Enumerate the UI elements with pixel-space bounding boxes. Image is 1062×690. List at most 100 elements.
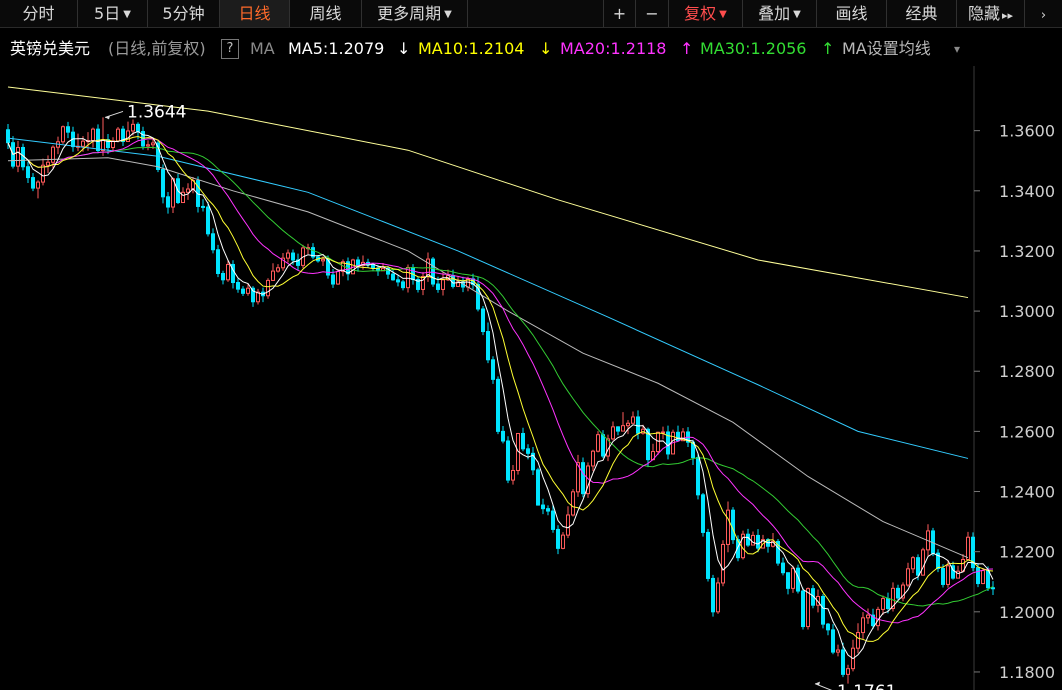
candle-up xyxy=(46,161,50,166)
chevron-down-icon: ▼ xyxy=(123,9,131,20)
help-button[interactable]: ? xyxy=(221,39,239,59)
candle-up xyxy=(656,431,660,453)
candle-down xyxy=(896,587,900,599)
candle-up xyxy=(41,164,45,183)
ma-settings-button[interactable]: MA设置均线 xyxy=(842,36,931,62)
candle-down xyxy=(546,508,550,512)
candle-down xyxy=(236,282,240,290)
candle-down xyxy=(831,629,835,653)
chevron-down-icon: ▼ xyxy=(719,9,727,20)
ma5-value: MA5:1.2079 xyxy=(288,39,385,58)
ma10-line xyxy=(7,136,994,642)
tab-5-day[interactable]: 5日 ▼ xyxy=(78,0,148,27)
ma5-line xyxy=(7,130,994,660)
candle-down xyxy=(6,129,10,144)
chevron-down-icon: ▼ xyxy=(793,9,801,20)
candle-up xyxy=(561,534,565,549)
chevron-down-icon: ▾ xyxy=(954,42,961,56)
classic-button[interactable]: 经典 xyxy=(887,0,957,27)
candle-down xyxy=(356,259,360,266)
draw-line-button[interactable]: 画线 xyxy=(817,0,887,27)
candle-down xyxy=(986,570,990,589)
candle-up xyxy=(91,128,95,142)
tab-intraday[interactable]: 分时 xyxy=(0,0,78,27)
double-chevron-right-icon: ▸▸ xyxy=(1001,9,1014,22)
candle-up xyxy=(966,536,970,560)
candle-up xyxy=(921,549,925,576)
candle-down xyxy=(781,562,785,574)
candle-up xyxy=(286,252,290,259)
candle-down xyxy=(701,494,705,533)
chevron-down-icon: ▼ xyxy=(444,9,452,20)
candle-down xyxy=(991,587,995,590)
candle-down xyxy=(841,649,845,675)
high-price-label: 1.3644 xyxy=(127,102,186,122)
tab-more-periods[interactable]: 更多周期 ▼ xyxy=(362,0,468,27)
candle-down xyxy=(291,252,295,261)
candle-up xyxy=(631,416,635,424)
candle-down xyxy=(431,258,435,285)
candle-down xyxy=(706,531,710,579)
candle-down xyxy=(696,457,700,496)
ma20-value: MA20:1.2118 xyxy=(560,39,667,58)
candle-up xyxy=(806,588,810,628)
candle-up xyxy=(16,146,20,167)
candle-down xyxy=(886,598,890,610)
candle-up xyxy=(131,123,135,132)
candle-up xyxy=(611,426,615,440)
close-panel-button[interactable]: › xyxy=(1025,0,1062,27)
y-tick-label: 1.2000 xyxy=(999,603,1055,622)
candle-up xyxy=(186,188,190,193)
candle-down xyxy=(676,431,680,442)
hide-button[interactable]: 隐藏 ▸▸ xyxy=(957,0,1025,27)
candle-up xyxy=(61,126,65,143)
candle-down xyxy=(161,168,165,198)
low-price-label: 1.1761 xyxy=(837,682,896,690)
y-tick-label: 1.2400 xyxy=(999,483,1055,502)
ma30-arrow-icon: ↑ xyxy=(821,39,835,58)
candle-down xyxy=(536,469,540,506)
overlay-button[interactable]: 叠加 ▼ xyxy=(743,0,817,27)
candlestick-chart[interactable]: 1.3600 1.3400 1.3200 1.3000 1.2800 1.2600 1.24… xyxy=(0,66,1062,690)
moving-average-lines xyxy=(7,86,994,660)
zoom-out-button[interactable]: − xyxy=(636,0,669,27)
candle-down xyxy=(501,430,505,442)
candle-up xyxy=(441,279,445,290)
tab-weekly[interactable]: 周线 xyxy=(290,0,362,27)
candle-up xyxy=(911,557,915,570)
chart-legend: 英镑兑美元 (日线,前复权) ? MA MA5:1.2079 ↓ MA10:1.… xyxy=(0,36,1062,62)
candle-up xyxy=(946,565,950,585)
candle-down xyxy=(136,123,140,133)
candle-up xyxy=(81,140,85,147)
candle-down xyxy=(31,177,35,189)
candle-down xyxy=(526,448,530,454)
candle-down xyxy=(391,273,395,281)
candles xyxy=(6,117,995,684)
candle-up xyxy=(51,146,55,163)
adjust-price-button[interactable]: 复权 ▼ xyxy=(669,0,743,27)
candle-down xyxy=(521,432,525,450)
y-tick-label: 1.2800 xyxy=(999,362,1055,381)
ma20-line xyxy=(7,138,994,624)
candle-up xyxy=(511,469,515,481)
y-tick-label: 1.1800 xyxy=(999,663,1055,682)
candle-down xyxy=(201,205,205,208)
candle-down xyxy=(331,274,335,285)
candle-up xyxy=(661,431,665,434)
candle-up xyxy=(866,614,870,619)
tab-5-minute[interactable]: 5分钟 xyxy=(148,0,220,27)
candle-down xyxy=(601,434,605,457)
candle-up xyxy=(861,617,865,634)
candle-up xyxy=(751,534,755,546)
candle-down xyxy=(556,528,560,549)
candle-up xyxy=(146,144,150,147)
candle-up xyxy=(621,425,625,432)
candle-up xyxy=(36,181,40,189)
chart-mode: (日线,前复权) xyxy=(108,39,206,58)
candle-up xyxy=(271,270,275,281)
zoom-in-button[interactable]: + xyxy=(603,0,636,27)
candle-up xyxy=(836,649,840,653)
candle-down xyxy=(711,577,715,613)
tab-daily[interactable]: 日线 xyxy=(220,0,290,27)
candle-down xyxy=(491,359,495,380)
